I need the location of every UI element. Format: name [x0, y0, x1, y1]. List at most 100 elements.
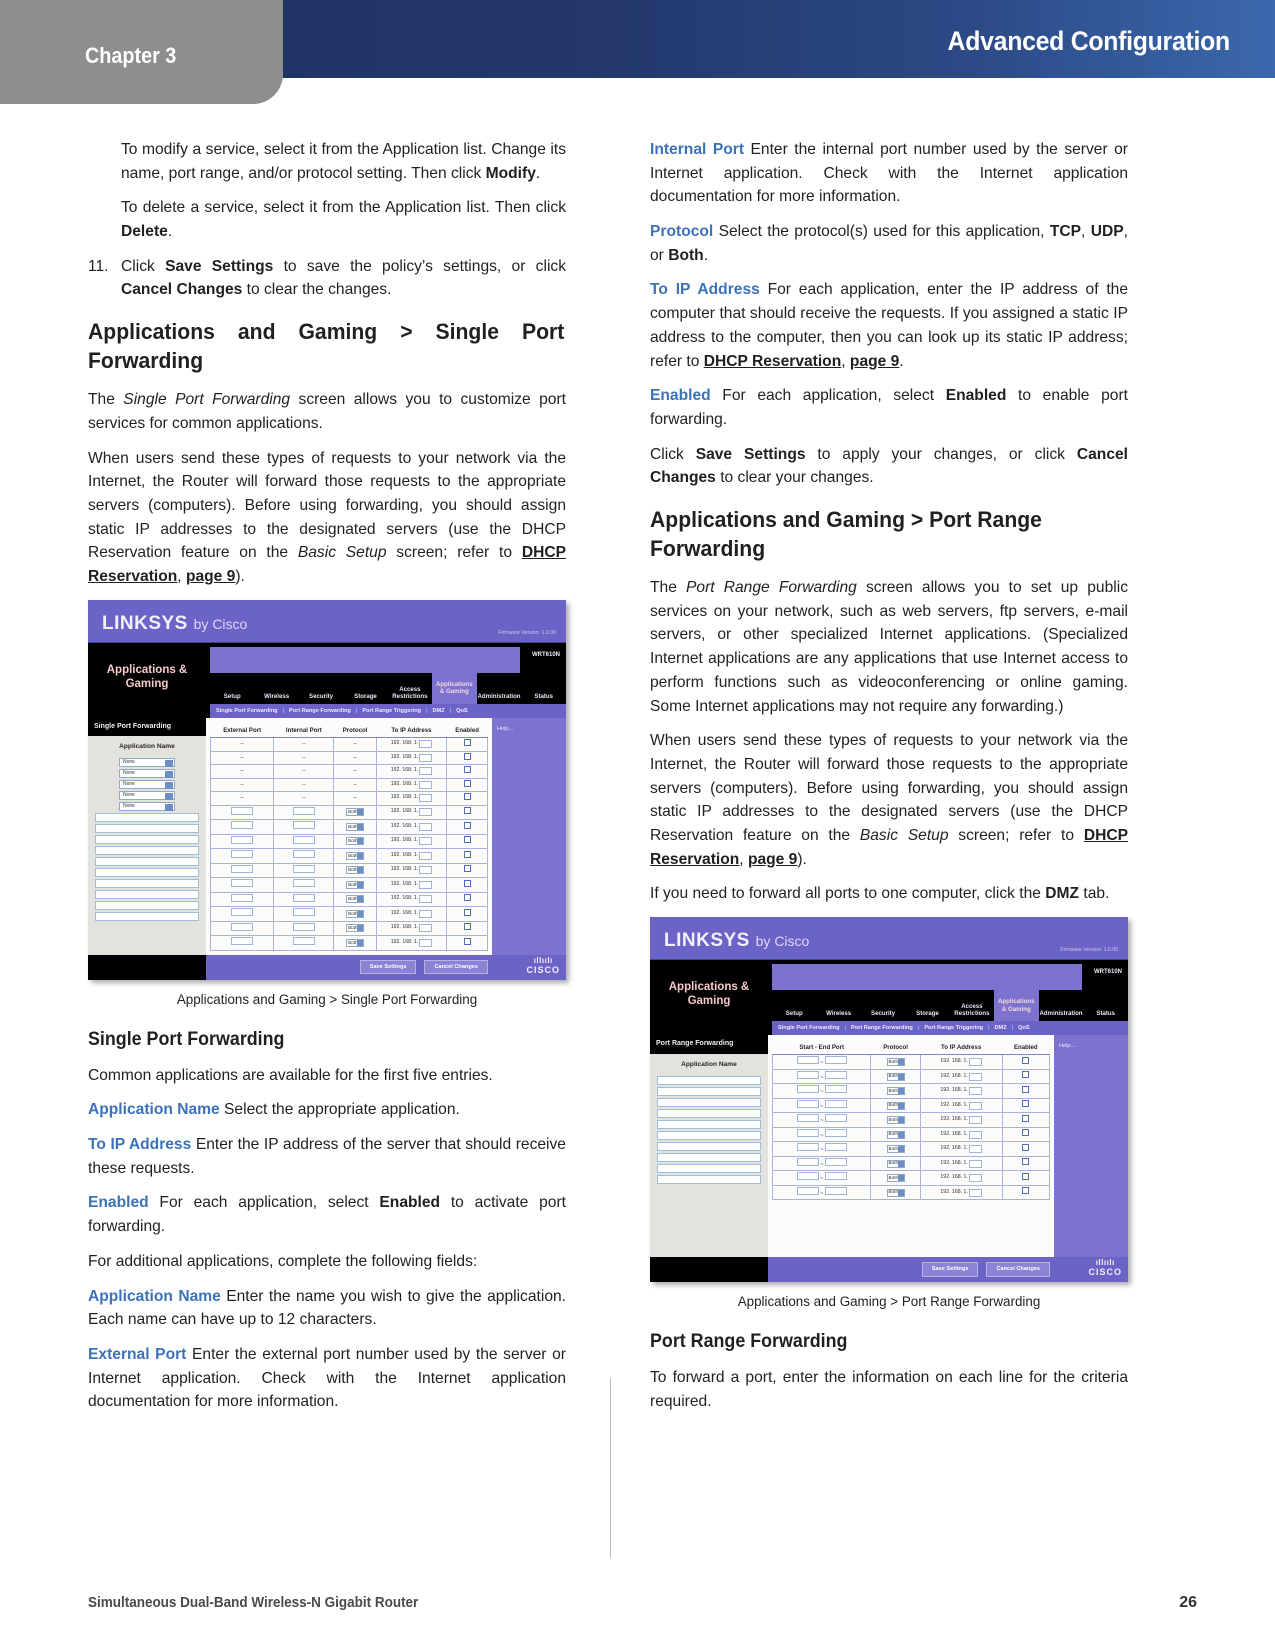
subtab-single-port-forwarding[interactable]: Single Port Forwarding [778, 1024, 840, 1033]
ip-address-field[interactable]: 192. 168. 1. [922, 1145, 1001, 1153]
end-port-input[interactable] [824, 1056, 847, 1065]
application-name-input[interactable] [95, 824, 199, 834]
enabled-checkbox[interactable] [1022, 1071, 1030, 1079]
application-name-input[interactable] [95, 813, 199, 823]
internal-port-input[interactable] [292, 835, 315, 844]
ip-octet-input[interactable] [419, 938, 433, 947]
ip-octet-input[interactable] [419, 767, 433, 776]
protocol-dropdown[interactable]: Both [886, 1174, 905, 1183]
protocol-dropdown[interactable]: Both [886, 1116, 905, 1125]
application-name-input[interactable] [95, 901, 199, 911]
application-name-input[interactable] [95, 912, 199, 922]
ip-octet-input[interactable] [419, 837, 433, 846]
external-port-input[interactable] [231, 821, 254, 829]
tab-applications-and-gaming[interactable]: Applications & Gaming [432, 672, 477, 704]
end-port-input[interactable] [824, 1070, 847, 1079]
protocol-dropdown[interactable]: Both [346, 909, 365, 918]
protocol-dropdown[interactable]: Both [346, 880, 365, 889]
start-port-input[interactable] [796, 1128, 819, 1137]
tab-status[interactable]: Status [1084, 1007, 1128, 1021]
internal-port-input[interactable] [292, 806, 315, 815]
external-port-input[interactable] [231, 908, 254, 916]
external-port-input[interactable] [231, 937, 254, 945]
external-port-input[interactable] [231, 835, 254, 844]
enabled-checkbox[interactable] [463, 752, 471, 760]
protocol-dropdown[interactable]: Both [886, 1159, 905, 1168]
external-port-input[interactable] [231, 806, 254, 815]
ip-octet-input[interactable] [968, 1159, 982, 1168]
ip-octet-input[interactable] [419, 794, 433, 803]
ip-address-field[interactable]: 192. 168. 1. [378, 794, 445, 803]
protocol-dropdown[interactable]: Both [886, 1145, 905, 1154]
enabled-checkbox[interactable] [1022, 1158, 1030, 1166]
help-label[interactable]: Help... [1059, 1043, 1075, 1049]
start-port-input[interactable] [796, 1143, 819, 1152]
protocol-dropdown[interactable]: Both [346, 808, 365, 817]
end-port-input[interactable] [824, 1186, 847, 1195]
application-name-input[interactable] [657, 1130, 761, 1140]
protocol-dropdown[interactable]: Both [346, 938, 365, 947]
enabled-checkbox[interactable] [463, 807, 471, 814]
ip-address-field[interactable]: 192. 168. 1. [922, 1072, 1001, 1081]
ip-address-field[interactable]: 192. 168. 1. [922, 1188, 1001, 1197]
application-name-input[interactable] [657, 1119, 761, 1129]
subtab-qos[interactable]: QoS [456, 707, 468, 716]
ip-octet-input[interactable] [968, 1145, 982, 1153]
end-port-input[interactable] [824, 1128, 847, 1137]
enabled-checkbox[interactable] [463, 879, 471, 887]
enabled-checkbox[interactable] [463, 923, 471, 930]
end-port-input[interactable] [824, 1085, 847, 1094]
tab-security[interactable]: Security [299, 690, 343, 704]
application-name-input[interactable] [95, 846, 199, 856]
tab-wireless[interactable]: Wireless [254, 690, 298, 704]
enabled-checkbox[interactable] [463, 850, 471, 858]
link-page-9[interactable]: page 9 [850, 353, 899, 370]
protocol-dropdown[interactable]: Both [346, 924, 365, 933]
ip-address-field[interactable]: 192. 168. 1. [922, 1087, 1001, 1095]
ip-address-field[interactable]: 192. 168. 1. [378, 924, 445, 933]
ip-address-field[interactable]: 192. 168. 1. [378, 938, 445, 947]
cancel-changes-button[interactable]: Cancel Changes [424, 959, 488, 975]
enabled-checkbox[interactable] [1022, 1056, 1030, 1064]
ip-octet-input[interactable] [968, 1087, 982, 1095]
subtab-dmz[interactable]: DMZ [433, 707, 445, 716]
application-select[interactable]: None [119, 780, 175, 790]
protocol-dropdown[interactable]: Both [886, 1130, 905, 1139]
end-port-input[interactable] [824, 1157, 847, 1166]
application-select[interactable]: None [119, 791, 175, 801]
protocol-dropdown[interactable]: Both [886, 1188, 905, 1197]
application-name-input[interactable] [657, 1086, 761, 1096]
ip-octet-input[interactable] [968, 1058, 982, 1066]
tab-administration[interactable]: Administration [477, 690, 522, 704]
external-port-input[interactable] [231, 850, 254, 858]
ip-octet-input[interactable] [419, 866, 433, 875]
ip-address-field[interactable]: 192. 168. 1. [378, 753, 445, 762]
ip-octet-input[interactable] [419, 909, 433, 918]
internal-port-input[interactable] [292, 893, 315, 902]
tab-setup[interactable]: Setup [772, 1007, 816, 1021]
application-select[interactable]: None [119, 769, 175, 779]
tab-access-restrictions[interactable]: Access Restrictions [388, 683, 432, 704]
enabled-checkbox[interactable] [1022, 1172, 1030, 1180]
enabled-checkbox[interactable] [463, 739, 471, 746]
tab-storage[interactable]: Storage [343, 690, 387, 704]
ip-address-field[interactable]: 192. 168. 1. [922, 1116, 1001, 1124]
help-label[interactable]: Help... [497, 726, 513, 732]
enabled-checkbox[interactable] [1022, 1100, 1030, 1108]
application-name-input[interactable] [657, 1075, 761, 1085]
internal-port-input[interactable] [292, 922, 315, 931]
ip-octet-input[interactable] [419, 895, 433, 904]
tab-status[interactable]: Status [522, 690, 566, 704]
enabled-checkbox[interactable] [1022, 1129, 1030, 1137]
protocol-dropdown[interactable]: Both [346, 895, 365, 904]
ip-octet-input[interactable] [968, 1188, 982, 1197]
start-port-input[interactable] [796, 1157, 819, 1166]
enabled-checkbox[interactable] [1022, 1187, 1030, 1195]
enabled-checkbox[interactable] [463, 779, 471, 787]
ip-address-field[interactable]: 192. 168. 1. [378, 851, 445, 860]
ip-address-field[interactable]: 192. 168. 1. [378, 866, 445, 875]
protocol-dropdown[interactable]: Both [886, 1087, 905, 1096]
ip-octet-input[interactable] [968, 1130, 982, 1139]
ip-address-field[interactable]: 192. 168. 1. [922, 1130, 1001, 1139]
tab-storage[interactable]: Storage [905, 1007, 949, 1021]
